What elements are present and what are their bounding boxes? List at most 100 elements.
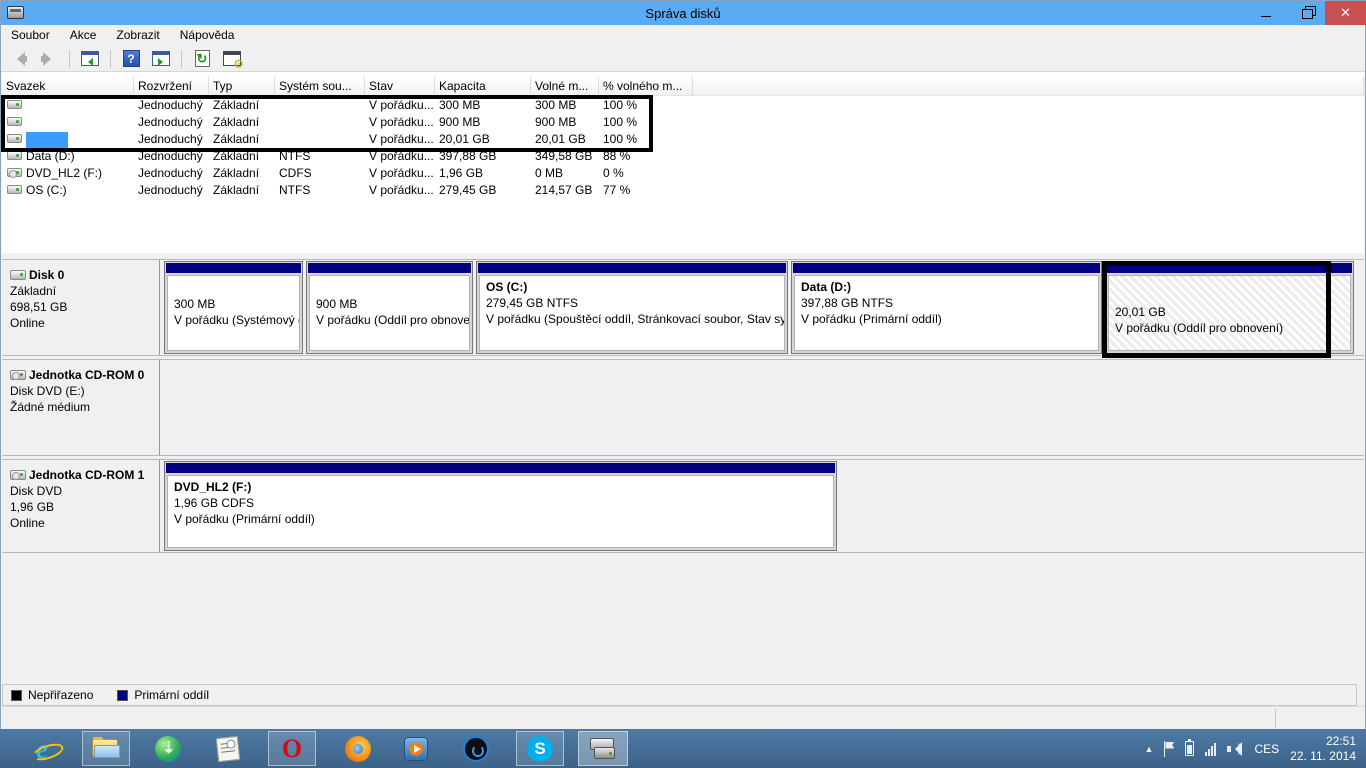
- taskbar-notes-app[interactable]: [208, 731, 248, 766]
- cdrom-0-info[interactable]: Jednotka CD-ROM 0 Disk DVD (E:) Žádné mé…: [2, 360, 160, 455]
- volume-filesystem: NTFS: [279, 148, 311, 163]
- column-typ[interactable]: Typ: [209, 77, 275, 96]
- network-signal-icon[interactable]: [1205, 742, 1217, 756]
- primary-partition-swatch: [117, 689, 129, 701]
- partition-system[interactable]: 300 MB V pořádku (Systémový c: [164, 261, 303, 354]
- volume-type: Základní: [213, 114, 260, 129]
- table-row[interactable]: Data (D:) Jednoduchý Základní NTFS V poř…: [2, 147, 1364, 164]
- partition-size: 300 MB: [174, 297, 216, 311]
- column-procento-volneho[interactable]: % volného m...: [599, 77, 693, 96]
- volume-free: 300 MB: [535, 97, 577, 112]
- disk-0-row: Disk 0 Základní 698,51 GB Online 300 MB …: [2, 259, 1364, 356]
- dvd-drive-icon: [7, 168, 22, 178]
- column-svazek[interactable]: Svazek: [2, 77, 134, 96]
- refresh-button[interactable]: ↻: [190, 48, 214, 70]
- partition-dvd-hl2[interactable]: DVD_HL2 (F:) 1,96 GB CDFS V pořádku (Pri…: [164, 461, 837, 551]
- unallocated-swatch: [11, 689, 22, 701]
- partition-status: V pořádku (Systémový c: [174, 313, 300, 327]
- column-rozvrzeni[interactable]: Rozvržení: [134, 77, 209, 96]
- taskbar-opera[interactable]: O: [268, 731, 316, 766]
- minimize-button[interactable]: [1249, 1, 1283, 25]
- taskbar-skype[interactable]: S: [516, 731, 564, 766]
- disk-title: Disk 0: [29, 268, 65, 282]
- volume-icon: [7, 151, 22, 160]
- partition-data-d[interactable]: Data (D:) 397,88 GB NTFS V pořádku (Prim…: [791, 261, 1102, 354]
- close-button[interactable]: ✕: [1325, 1, 1366, 25]
- partition-status: V pořádku (Primární oddíl): [801, 312, 942, 326]
- partition-recovery-20gb[interactable]: 20,01 GB V pořádku (Oddíl pro obnovení): [1105, 261, 1354, 354]
- file-explorer-icon: [92, 736, 120, 759]
- volume-type: Základní: [213, 97, 260, 112]
- table-row[interactable]: OS (C:) Jednoduchý Základní NTFS V pořád…: [2, 181, 1364, 198]
- opera-icon: O: [281, 733, 303, 763]
- disk-size: 1,96 GB: [10, 500, 55, 514]
- volume-icon: [7, 134, 22, 143]
- column-stav[interactable]: Stav: [365, 77, 435, 96]
- toolbar-separator: [110, 49, 111, 68]
- action-center-flag-icon[interactable]: [1164, 740, 1174, 757]
- clock-time: 22:51: [1325, 733, 1356, 748]
- taskbar-internet-explorer[interactable]: e: [22, 731, 62, 766]
- volume-name: DVD_HL2 (F:): [26, 165, 103, 180]
- volume-free: 0 MB: [535, 165, 564, 180]
- volume-name: OS (C:): [26, 182, 67, 197]
- disk-0-info[interactable]: Disk 0 Základní 698,51 GB Online: [2, 260, 160, 355]
- volume-percent-free: 77 %: [603, 182, 631, 197]
- cdrom-0-row: Jednotka CD-ROM 0 Disk DVD (E:) Žádné mé…: [2, 359, 1364, 456]
- action-pane-button[interactable]: [149, 48, 173, 70]
- volume-icon: [7, 100, 22, 109]
- taskbar-firefox[interactable]: [338, 731, 378, 766]
- primary-partition-stripe: [478, 263, 786, 273]
- language-indicator[interactable]: CES: [1254, 742, 1279, 756]
- disk-properties-button[interactable]: [220, 48, 244, 71]
- taskbar-disk-management[interactable]: [578, 731, 628, 766]
- table-row[interactable]: Jednoduchý Základní V pořádku... 900 MB …: [2, 113, 1364, 130]
- media-app-icon: [463, 735, 489, 762]
- status-bar-divider: [1275, 709, 1276, 728]
- taskbar-clock[interactable]: 22:51 22. 11. 2014: [1290, 734, 1356, 764]
- console-tree-button[interactable]: [78, 48, 102, 70]
- taskbar-media-player[interactable]: [396, 731, 436, 766]
- volume-percent-free: 100 %: [603, 131, 638, 146]
- taskbar-file-explorer[interactable]: [82, 731, 130, 766]
- battery-icon[interactable]: [1185, 739, 1195, 756]
- menu-zobrazit[interactable]: Zobrazit: [106, 25, 169, 46]
- menu-soubor[interactable]: Soubor: [1, 25, 60, 46]
- window-title: Správa disků: [645, 5, 721, 21]
- table-row[interactable]: Jednoduchý Základní V pořádku... 300 MB …: [2, 96, 1364, 113]
- taskbar-media-app[interactable]: [456, 731, 496, 766]
- volume-filesystem: NTFS: [279, 182, 311, 197]
- column-kapacita[interactable]: Kapacita: [435, 77, 531, 96]
- volume-capacity: 900 MB: [439, 114, 481, 129]
- disk-properties-icon: [223, 51, 244, 71]
- partition-recovery-900mb[interactable]: 900 MB V pořádku (Oddíl pro obnove: [306, 261, 473, 354]
- volume-layout: Jednoduchý: [138, 97, 203, 112]
- toolbar-separator: [69, 49, 70, 68]
- table-row[interactable]: Jednoduchý Základní V pořádku... 20,01 G…: [2, 130, 1364, 147]
- restore-button[interactable]: [1289, 1, 1323, 25]
- volume-status: V pořádku...: [369, 165, 434, 180]
- disk-icon: [10, 270, 26, 280]
- volume-icon: [7, 117, 22, 126]
- cdrom-1-info[interactable]: Jednotka CD-ROM 1 Disk DVD 1,96 GB Onlin…: [2, 460, 160, 552]
- back-button[interactable]: [7, 48, 31, 70]
- menu-akce[interactable]: Akce: [60, 25, 107, 46]
- legend-label-primary: Primární oddíl: [134, 688, 210, 702]
- volume-icon[interactable]: ): [1227, 741, 1243, 756]
- cdrom-1-row: Jednotka CD-ROM 1 Disk DVD 1,96 GB Onlin…: [2, 459, 1364, 553]
- partition-name: DVD_HL2 (F:): [174, 480, 252, 494]
- taskbar-download-manager[interactable]: [148, 731, 188, 766]
- forward-button[interactable]: [37, 48, 61, 70]
- volume-capacity: 279,45 GB: [439, 182, 497, 197]
- help-button[interactable]: ?: [119, 48, 143, 70]
- column-volne-misto[interactable]: Volné m...: [531, 77, 599, 96]
- menu-napoveda[interactable]: Nápověda: [170, 25, 245, 46]
- show-hidden-icons-chevron[interactable]: ▲: [1145, 744, 1154, 754]
- column-system-souboru[interactable]: Systém sou...: [275, 77, 365, 96]
- console-tree-icon: [81, 51, 99, 66]
- volume-percent-free: 0 %: [603, 165, 624, 180]
- table-row[interactable]: DVD_HL2 (F:) Jednoduchý Základní CDFS V …: [2, 164, 1364, 181]
- partition-os-c[interactable]: OS (C:) 279,45 GB NTFS V pořádku (Spoušt…: [476, 261, 788, 354]
- volume-status: V pořádku...: [369, 97, 434, 112]
- disk-type: Základní: [10, 284, 57, 298]
